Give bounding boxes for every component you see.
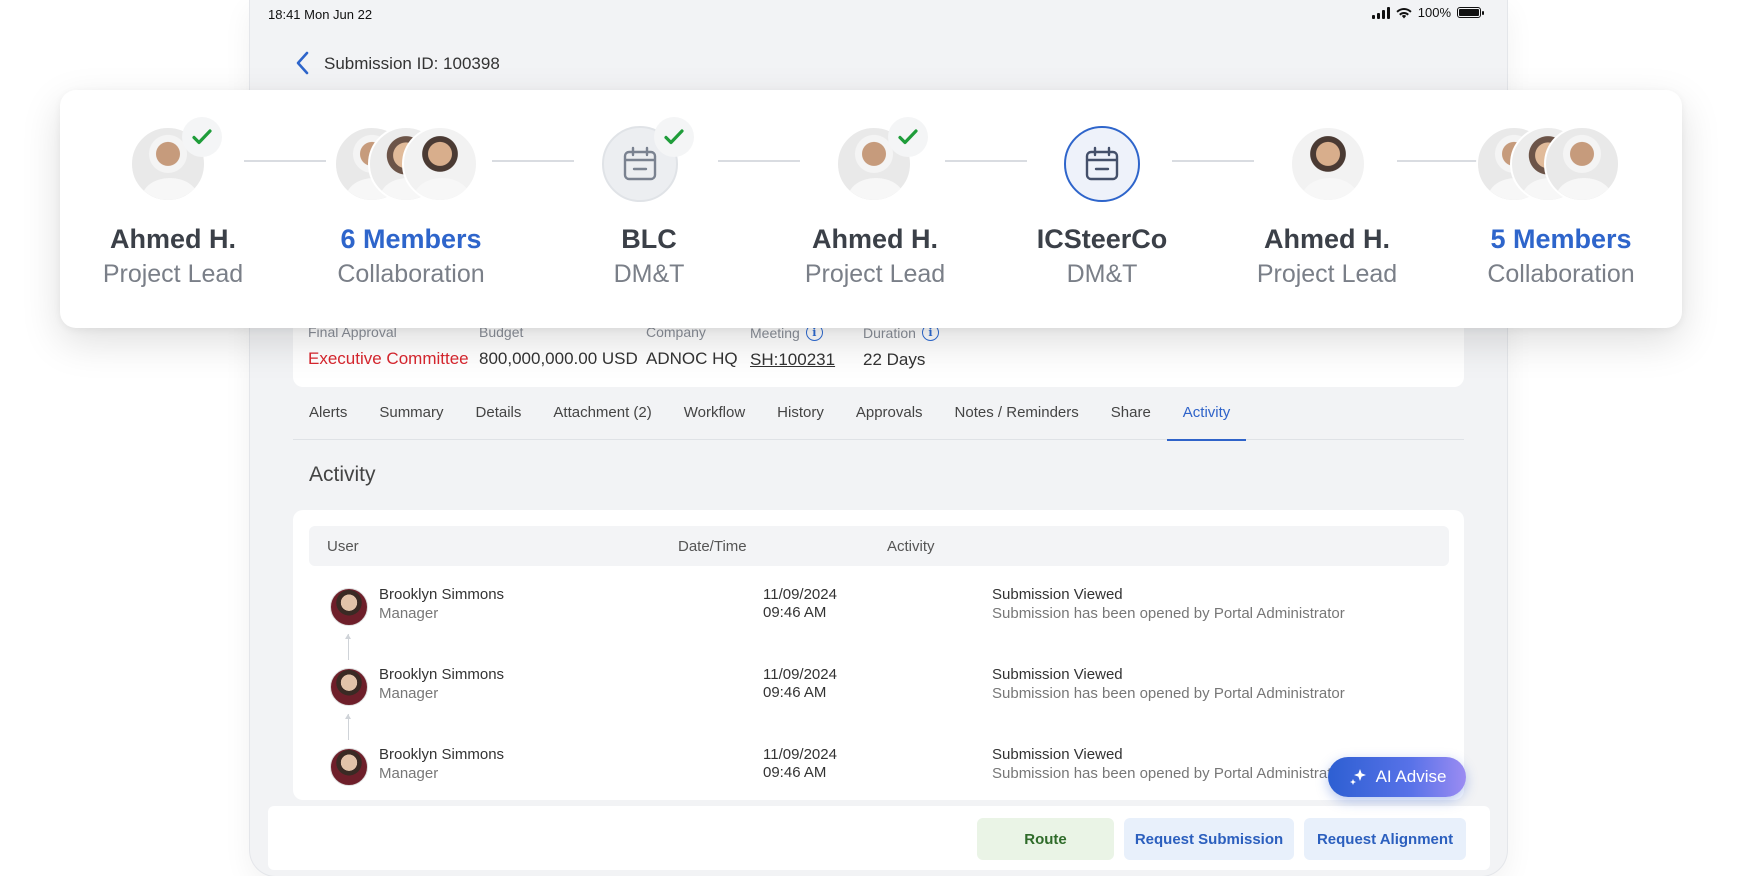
avatar	[330, 748, 368, 786]
step-role: DM&T	[1066, 260, 1138, 288]
battery-icon	[1457, 7, 1484, 18]
workflow-stepper-card: Ahmed H. Project Lead 6 Members Collabor…	[60, 90, 1682, 328]
workflow-step[interactable]: 5 Members Collaboration	[1448, 90, 1674, 328]
sparkle-icon	[1349, 769, 1366, 785]
calendar-icon	[1064, 126, 1140, 202]
action-footer: Route Request Submission Request Alignme…	[268, 806, 1490, 870]
submission-id: Submission ID: 100398	[324, 54, 500, 73]
meeting-link[interactable]: SH:100231	[750, 350, 835, 370]
step-name: 6 Members	[340, 224, 482, 254]
page-header: Submission ID: 100398	[250, 40, 1507, 88]
avatar	[330, 588, 368, 626]
step-role: DM&T	[613, 260, 685, 288]
status-bar: 18:41 Mon Jun 22 100%	[250, 0, 1507, 28]
column-datetime: Date/Time	[678, 538, 747, 555]
step-role: Project Lead	[804, 260, 946, 288]
column-activity: Activity	[887, 538, 935, 555]
final-approval-value: Executive Committee	[308, 349, 469, 368]
avatar	[402, 126, 478, 202]
step-name: Ahmed H.	[811, 224, 938, 254]
activity-description: Submission has been opened by Portal Adm…	[992, 685, 1345, 702]
workflow-step[interactable]: Ahmed H. Project Lead	[60, 90, 286, 328]
status-time: 18:41 Mon Jun 22	[268, 7, 373, 22]
company-field: Company ADNOC HQ	[646, 324, 738, 369]
avatar	[1544, 126, 1620, 202]
step-role: Collaboration	[337, 260, 485, 288]
table-header: User Date/Time Activity	[309, 526, 1449, 566]
timeline-connector	[345, 714, 351, 740]
duration-field: Duration i 22 Days	[863, 324, 939, 370]
activity-title: Submission Viewed	[992, 746, 1123, 763]
tab-activity[interactable]: Activity	[1166, 398, 1247, 441]
table-row[interactable]: Brooklyn Simmons Manager 11/09/2024 09:46…	[293, 662, 1464, 742]
user-name: Brooklyn Simmons	[379, 746, 505, 763]
meeting-field: Meeting i SH:100231	[750, 324, 835, 370]
wifi-icon	[1396, 7, 1412, 18]
final-approval-field: Final Approval Executive Committee	[308, 324, 469, 369]
tab-attachment[interactable]: Attachment (2)	[537, 398, 667, 440]
budget-field: Budget 800,000,000.00 USD	[479, 324, 638, 369]
tab-bar: Alerts Summary Details Attachment (2) Wo…	[293, 398, 1464, 441]
activity-table: User Date/Time Activity Brooklyn Simmons…	[293, 510, 1464, 800]
avatar	[330, 668, 368, 706]
activity-description: Submission has been opened by Portal Adm…	[992, 765, 1345, 782]
tab-history[interactable]: History	[761, 398, 840, 440]
tab-summary[interactable]: Summary	[363, 398, 459, 440]
tab-workflow[interactable]: Workflow	[668, 398, 761, 440]
tab-alerts[interactable]: Alerts	[293, 398, 363, 440]
user-name: Brooklyn Simmons	[379, 666, 505, 683]
check-icon	[888, 117, 928, 157]
back-chevron-icon[interactable]	[292, 50, 314, 76]
user-name: Brooklyn Simmons	[379, 586, 505, 603]
workflow-step[interactable]: ICSteerCo DM&T	[989, 90, 1215, 328]
step-name: ICSteerCo	[1036, 224, 1168, 254]
activity-description: Submission has been opened by Portal Adm…	[992, 605, 1345, 622]
battery-percent: 100%	[1417, 5, 1451, 20]
section-title: Activity	[309, 463, 376, 486]
check-icon	[182, 117, 222, 157]
tab-share[interactable]: Share	[1095, 398, 1167, 440]
table-row[interactable]: Brooklyn Simmons Manager 11/09/2024 09:46…	[293, 742, 1464, 800]
tab-notes-reminders[interactable]: Notes / Reminders	[939, 398, 1095, 440]
tab-details[interactable]: Details	[460, 398, 538, 440]
request-alignment-button[interactable]: Request Alignment	[1304, 818, 1466, 860]
signal-icon	[1371, 6, 1390, 19]
company-value: ADNOC HQ	[646, 349, 738, 368]
activity-title: Submission Viewed	[992, 586, 1123, 603]
ai-advise-label: AI Advise	[1375, 767, 1447, 786]
table-row[interactable]: Brooklyn Simmons Manager 11/09/2024 09:46…	[293, 582, 1464, 662]
step-name: 5 Members	[1490, 224, 1632, 254]
duration-value: 22 Days	[863, 350, 926, 369]
activity-datetime: 11/09/2024 09:46 AM	[763, 666, 837, 701]
step-role: Collaboration	[1487, 260, 1635, 288]
step-role: Project Lead	[1256, 260, 1398, 288]
workflow-step[interactable]: Ahmed H. Project Lead	[762, 90, 988, 328]
step-role: Project Lead	[102, 260, 244, 288]
check-icon	[654, 117, 694, 157]
user-role: Manager	[379, 765, 439, 782]
workflow-step[interactable]: 6 Members Collaboration	[298, 90, 524, 328]
request-submission-button[interactable]: Request Submission	[1124, 818, 1294, 860]
route-button[interactable]: Route	[977, 818, 1114, 860]
activity-title: Submission Viewed	[992, 666, 1123, 683]
avatar	[1290, 126, 1366, 202]
activity-datetime: 11/09/2024 09:46 AM	[763, 586, 837, 621]
user-role: Manager	[379, 605, 439, 622]
timeline-connector	[345, 634, 351, 660]
tab-approvals[interactable]: Approvals	[840, 398, 939, 440]
step-name: Ahmed H.	[109, 224, 236, 254]
activity-datetime: 11/09/2024 09:46 AM	[763, 746, 837, 781]
workflow-step[interactable]: Ahmed H. Project Lead	[1214, 90, 1440, 328]
ai-advise-button[interactable]: AI Advise	[1328, 757, 1466, 797]
step-name: Ahmed H.	[1263, 224, 1390, 254]
workflow-step[interactable]: BLC DM&T	[536, 90, 762, 328]
column-user: User	[327, 538, 359, 555]
user-role: Manager	[379, 685, 439, 702]
step-name: BLC	[621, 224, 677, 254]
budget-value: 800,000,000.00 USD	[479, 349, 638, 368]
